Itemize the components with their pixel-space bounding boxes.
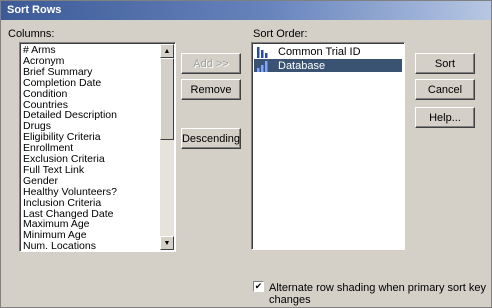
column-list-item[interactable]: Inclusion Criteria (23, 197, 101, 209)
columns-listbox[interactable]: ▲ ▼ # Arms Acronym Brief Summary Completion… (19, 42, 176, 252)
remove-button[interactable]: Remove (181, 79, 241, 100)
columns-scrollbar[interactable]: ▲ ▼ (160, 44, 174, 250)
columns-label: Columns: (8, 28, 55, 40)
column-list-item[interactable]: Condition (23, 88, 67, 100)
sort-ascending-icon (257, 60, 268, 72)
check-mark-icon: ✔ (254, 281, 263, 291)
help-button[interactable]: Help... (415, 107, 475, 128)
sort-order-item-label: Database (278, 59, 326, 72)
sort-button[interactable]: Sort (415, 53, 475, 74)
scroll-down-button[interactable]: ▼ (160, 236, 174, 250)
arrow-down-icon: ▼ (163, 239, 171, 247)
sort-descending-icon (257, 46, 268, 58)
sort-order-item-label: Common Trial ID (278, 45, 361, 58)
sort-order-listbox[interactable]: Common Trial ID Database (251, 42, 405, 250)
sort-order-item[interactable]: Database (254, 59, 402, 72)
scroll-up-button[interactable]: ▲ (160, 44, 174, 58)
descending-button[interactable]: Descending (181, 128, 241, 149)
cancel-button[interactable]: Cancel (415, 79, 475, 100)
add-button[interactable]: Add >> (181, 53, 241, 74)
sort-order-label: Sort Order: (253, 28, 308, 40)
sort-order-item[interactable]: Common Trial ID (254, 45, 402, 58)
column-list-item[interactable]: Num. Locations (23, 241, 96, 251)
sort-rows-dialog: Sort Rows Columns: ▲ ▼ # Arms Acronym Brie… (0, 0, 492, 308)
arrow-up-icon: ▲ (163, 47, 171, 55)
dialog-title: Sort Rows (1, 1, 491, 20)
alternate-shading-label[interactable]: Alternate row shading when primary sort … (269, 282, 491, 306)
alternate-shading-checkbox[interactable]: ✔ (253, 281, 264, 292)
scroll-thumb[interactable] (160, 58, 174, 140)
